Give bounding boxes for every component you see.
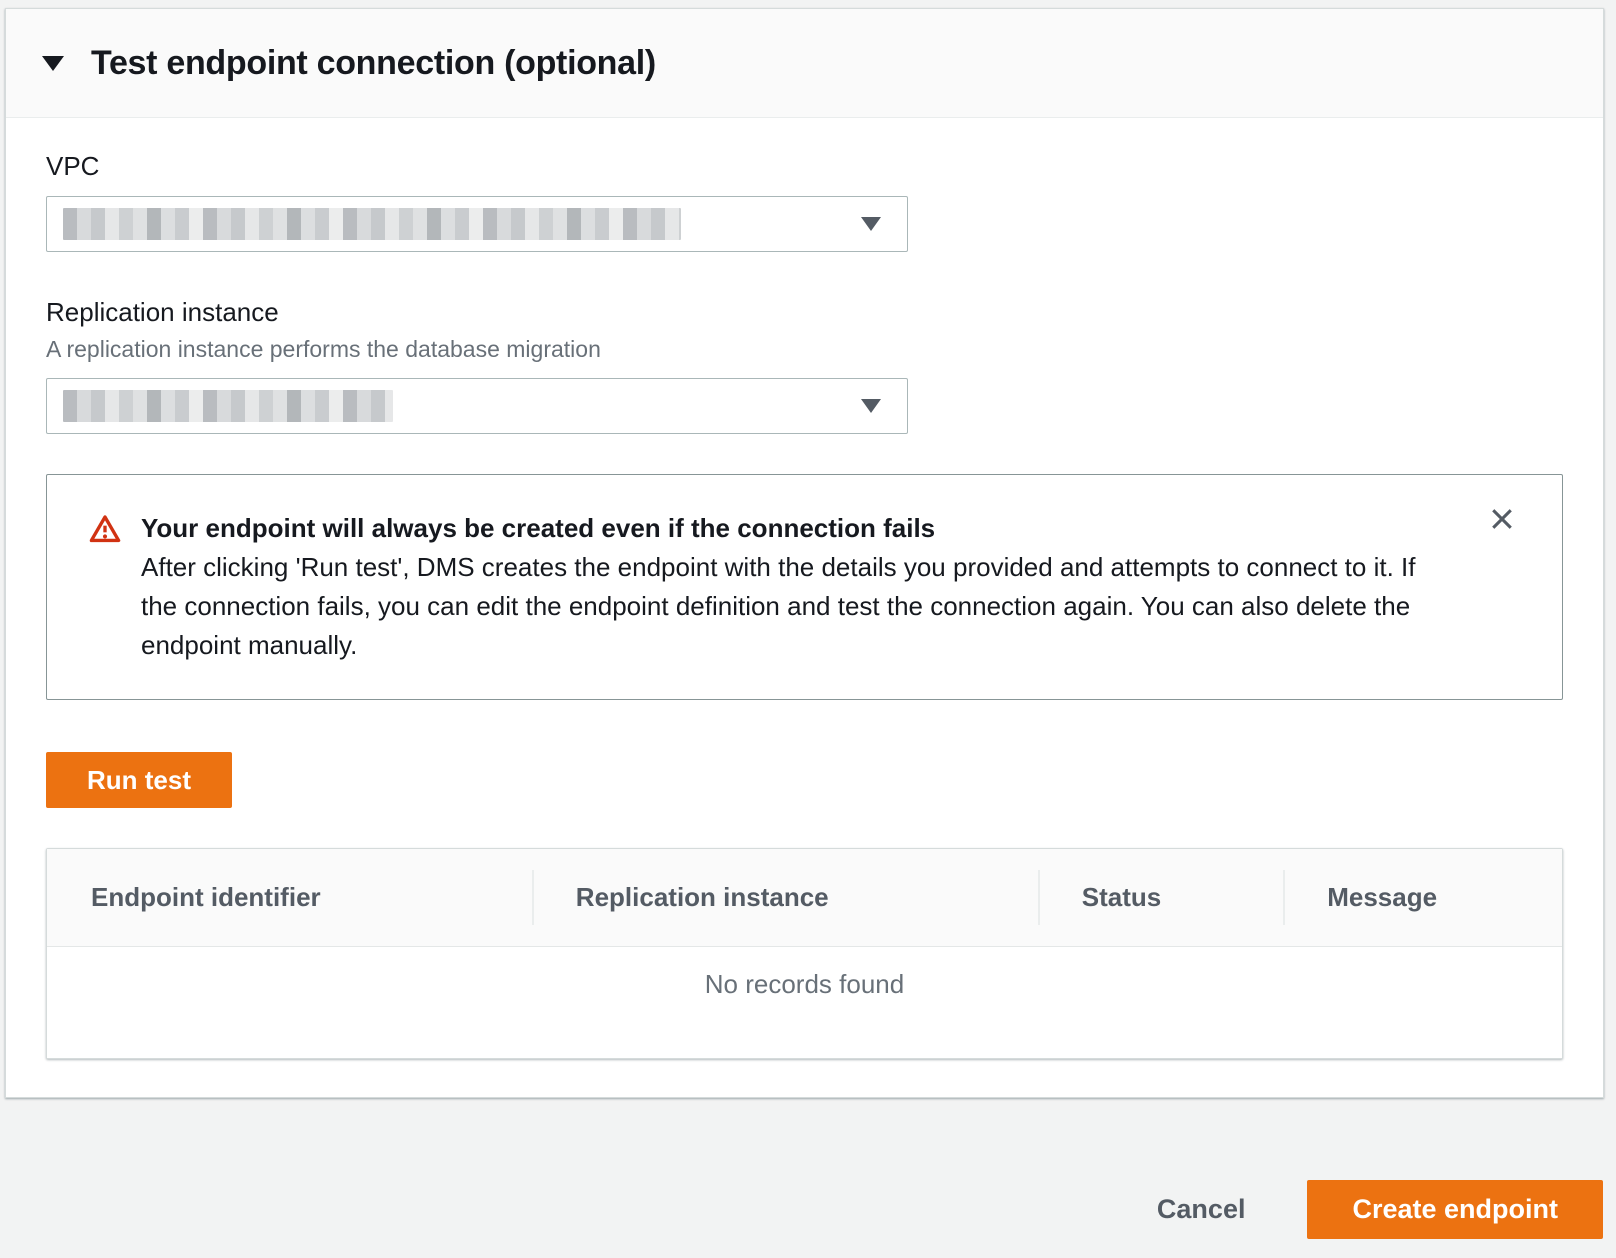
wizard-footer-actions: Cancel Create endpoint (1157, 1180, 1603, 1239)
vpc-label: VPC (46, 150, 1563, 182)
vpc-redacted-value (63, 208, 681, 240)
test-endpoint-connection-panel: Test endpoint connection (optional) VPC … (5, 8, 1604, 1098)
warning-alert-text: Your endpoint will always be created eve… (141, 509, 1441, 665)
empty-table-message: No records found (47, 947, 1562, 1000)
chevron-down-icon (861, 399, 881, 413)
replication-instance-select[interactable] (46, 378, 908, 434)
section-header-toggle[interactable]: Test endpoint connection (optional) (6, 9, 1603, 118)
create-endpoint-button[interactable]: Create endpoint (1307, 1180, 1603, 1239)
vpc-select[interactable] (46, 196, 908, 252)
column-header-message: Message (1283, 849, 1562, 946)
close-icon (1488, 505, 1516, 533)
column-header-endpoint-identifier: Endpoint identifier (47, 849, 532, 946)
vpc-field: VPC (46, 150, 1563, 252)
replication-instance-field: Replication instance A replication insta… (46, 296, 1563, 434)
replication-instance-description: A replication instance performs the data… (46, 334, 1563, 364)
cancel-button[interactable]: Cancel (1157, 1194, 1246, 1225)
warning-alert-title: Your endpoint will always be created eve… (141, 509, 1441, 548)
warning-triangle-icon (89, 514, 121, 549)
replication-instance-redacted-value (63, 390, 393, 422)
chevron-down-icon (861, 217, 881, 231)
section-content: VPC Replication instance A replication i… (6, 118, 1603, 1097)
run-test-button[interactable]: Run test (46, 752, 232, 808)
table-header-row: Endpoint identifier Replication instance… (47, 849, 1562, 947)
alert-dismiss-button[interactable] (1484, 501, 1520, 537)
replication-instance-label: Replication instance (46, 296, 1563, 328)
table-body: No records found (47, 947, 1562, 1058)
column-header-replication-instance: Replication instance (532, 849, 1038, 946)
section-title: Test endpoint connection (optional) (91, 44, 656, 83)
warning-alert: Your endpoint will always be created eve… (46, 474, 1563, 700)
column-header-status: Status (1038, 849, 1283, 946)
test-results-table: Endpoint identifier Replication instance… (46, 848, 1563, 1059)
collapse-triangle-icon (42, 56, 64, 71)
warning-alert-body: After clicking 'Run test', DMS creates t… (141, 548, 1441, 665)
